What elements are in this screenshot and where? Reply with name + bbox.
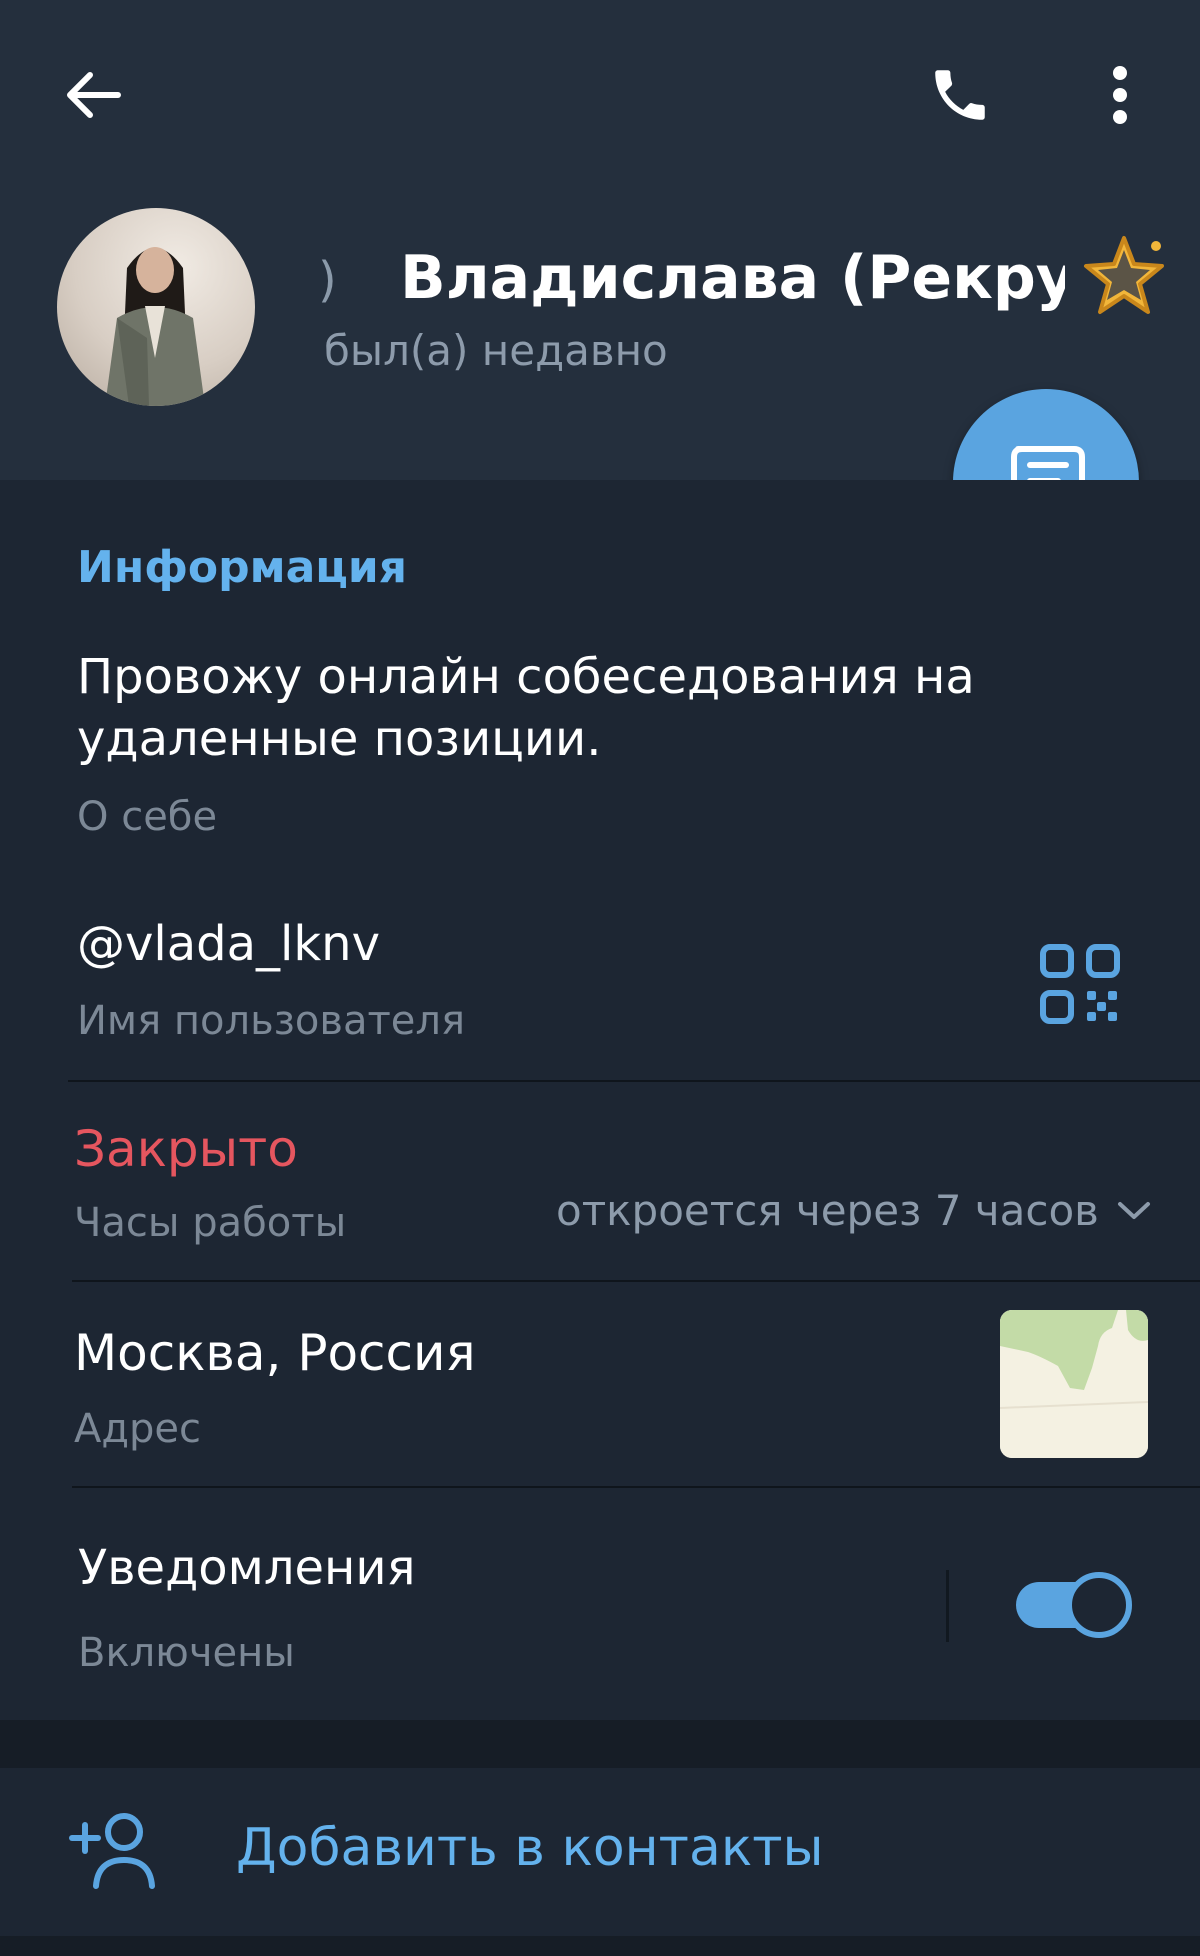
vertical-separator (946, 1570, 949, 1642)
contact-name: Владислава (Рекрутер (400, 243, 1065, 313)
address[interactable]: Москва, Россия (74, 1324, 476, 1382)
avatar-photo (105, 247, 205, 406)
call-button[interactable] (900, 50, 1020, 140)
username-caption: Имя пользователя (77, 998, 466, 1044)
hours-caption: Часы работы (74, 1200, 347, 1246)
notifications-state: Включены (78, 1630, 295, 1676)
map-thumbnail[interactable] (1000, 1310, 1148, 1458)
add-user-icon (69, 1813, 155, 1889)
star-icon[interactable] (1078, 232, 1170, 324)
divider (68, 1080, 1200, 1082)
notifications-toggle[interactable] (1016, 1570, 1132, 1640)
back-button[interactable] (40, 50, 144, 140)
notifications-label[interactable]: Уведомления (78, 1540, 416, 1596)
toggle-knob (1066, 1572, 1132, 1638)
chevron-down-icon (1117, 1201, 1150, 1219)
map-image (1000, 1310, 1148, 1458)
more-vertical-icon (1113, 66, 1127, 124)
hours-status[interactable]: Закрыто (74, 1120, 298, 1178)
hours-expand[interactable]: откроется через 7 часов (556, 1186, 1151, 1235)
bio-text[interactable]: Провожу онлайн собеседования на удаленны… (77, 646, 1077, 770)
name-fragment: ) (318, 252, 337, 308)
add-contact-label[interactable]: Добавить в контакты (236, 1818, 824, 1878)
phone-icon (935, 70, 985, 120)
arrow-left-icon (67, 72, 121, 118)
qr-code-icon[interactable] (1040, 944, 1120, 1024)
bio-caption: О себе (77, 794, 218, 840)
divider (72, 1280, 1200, 1282)
more-options-button[interactable] (1060, 50, 1180, 140)
hours-value: откроется через 7 часов (556, 1186, 1099, 1235)
divider (72, 1486, 1200, 1488)
username[interactable]: @vlada_lknv (77, 916, 380, 972)
section-title: Информация (77, 542, 407, 593)
avatar[interactable] (57, 208, 255, 406)
address-caption: Адрес (74, 1406, 202, 1452)
last-seen-status: был(а) недавно (324, 326, 668, 375)
